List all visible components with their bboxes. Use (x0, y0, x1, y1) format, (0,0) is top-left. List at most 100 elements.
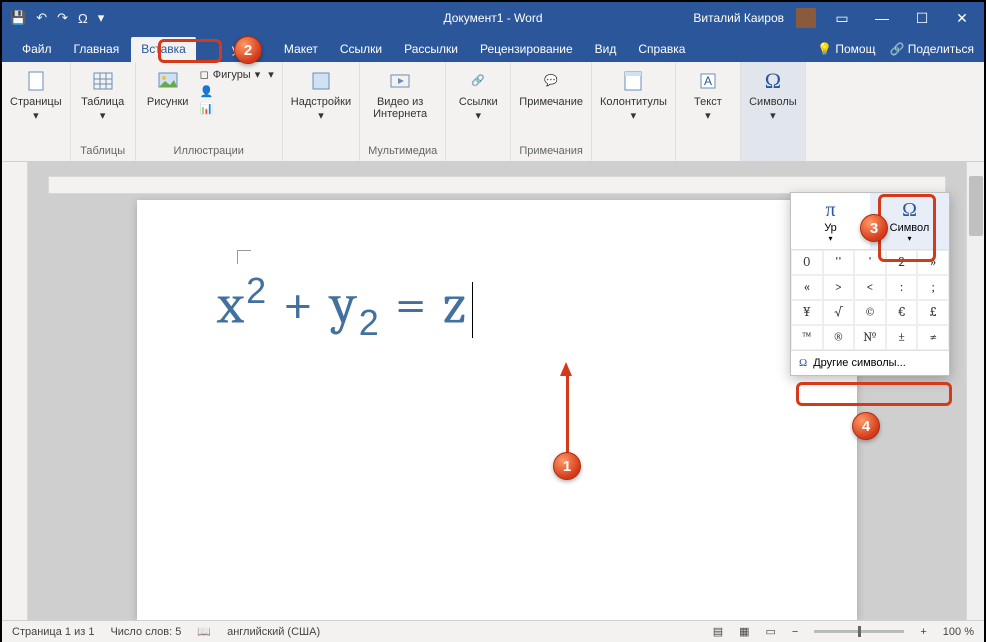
addins-button[interactable]: Надстройки▾ (291, 66, 351, 122)
symbol-cell[interactable]: » (917, 250, 949, 275)
symbol-cell[interactable]: > (823, 275, 855, 300)
pictures-button[interactable]: Рисунки (144, 66, 192, 108)
vertical-scrollbar[interactable] (966, 162, 984, 620)
table-button[interactable]: Таблица▾ (79, 66, 127, 122)
headers-button[interactable]: Колонтитулы▾ (600, 66, 667, 122)
web-layout-icon[interactable]: ▭ (766, 625, 776, 638)
document-page[interactable]: x2 + y2 = z (137, 200, 857, 620)
shapes-icon: ◻ (200, 68, 209, 81)
tab-mail[interactable]: Рассылки (394, 37, 468, 62)
scroll-thumb[interactable] (969, 176, 983, 236)
symbol-cell[interactable]: '' (823, 250, 855, 275)
tab-links[interactable]: Ссылки (330, 37, 392, 62)
redo-icon[interactable]: ↷ (57, 10, 68, 26)
group-illus-label: Иллюстрации (144, 143, 274, 159)
symbol-cell[interactable]: 0 (791, 250, 823, 275)
user-name[interactable]: Виталий Каиров (693, 11, 784, 25)
text-button[interactable]: A Текст▾ (684, 66, 732, 122)
tab-file[interactable]: Файл (12, 37, 62, 62)
undo-icon[interactable]: ↶ (36, 10, 47, 26)
zoom-in-button[interactable]: + (920, 626, 926, 638)
symbol-cell[interactable]: ± (886, 325, 918, 350)
symbol-grid: 0'''2»«><:;¥√©€£™®№±≠ (791, 250, 949, 350)
tab-insert[interactable]: Вставка (131, 37, 196, 62)
pages-button[interactable]: Страницы▾ (10, 66, 62, 122)
group-notes-label: Примечания (519, 143, 583, 159)
page-icon (22, 68, 50, 94)
annotation-badge: 1 (553, 452, 581, 480)
maximize-icon[interactable]: ☐ (908, 10, 936, 27)
save-icon[interactable]: 💾 (10, 10, 26, 26)
text-cursor (472, 282, 473, 338)
print-layout-icon[interactable]: ▦ (739, 625, 749, 638)
chart-button[interactable]: 📊 (200, 102, 261, 115)
addin-icon (307, 68, 335, 94)
avatar[interactable] (796, 8, 816, 28)
tab-help[interactable]: Справка (628, 37, 695, 62)
symbol-cell[interactable]: ≠ (917, 325, 949, 350)
tell-me[interactable]: 💡 Помощ (817, 42, 875, 56)
quick-access-toolbar: 💾 ↶ ↷ Ω ▾ (10, 10, 104, 26)
shapes-button[interactable]: ◻Фигуры ▾ (200, 68, 261, 81)
minimize-icon[interactable]: — (868, 10, 896, 26)
page-indicator[interactable]: Страница 1 из 1 (12, 626, 94, 638)
read-mode-icon[interactable]: ▤ (713, 625, 723, 638)
table-icon (89, 68, 117, 94)
group-tables-label: Таблицы (79, 143, 127, 159)
video-icon (386, 68, 414, 94)
comment-icon: 💬 (537, 68, 565, 94)
symbol-cell[interactable]: ¥ (791, 300, 823, 325)
tab-view[interactable]: Вид (585, 37, 627, 62)
equation-tab[interactable]: π Ур▾ (791, 193, 870, 249)
models-button[interactable]: ▾ (268, 68, 274, 81)
annotation-badge: 4 (852, 412, 880, 440)
symbol-cell[interactable]: ™ (791, 325, 823, 350)
symbol-cell[interactable]: : (886, 275, 918, 300)
header-icon (619, 68, 647, 94)
proofing-icon[interactable]: 📖 (197, 625, 211, 638)
share-button[interactable]: 🔗 Поделиться (889, 42, 974, 56)
zoom-slider[interactable] (814, 630, 904, 633)
ribbon-options-icon[interactable]: ▭ (828, 10, 856, 27)
language-indicator[interactable]: английский (США) (227, 626, 320, 638)
tab-home[interactable]: Главная (64, 37, 130, 62)
symbol-cell[interactable]: ® (823, 325, 855, 350)
picture-icon (154, 68, 182, 94)
symbol-cell[interactable]: ; (917, 275, 949, 300)
qat-drop-icon[interactable]: ▾ (98, 10, 105, 26)
tab-layout[interactable]: Макет (274, 37, 328, 62)
tab-review[interactable]: Рецензирование (470, 37, 583, 62)
symbol-cell[interactable]: € (886, 300, 918, 325)
symbol-cell[interactable]: 2 (886, 250, 918, 275)
equation-text[interactable]: x2 + y2 = z (217, 270, 777, 344)
group-media-label: Мультимедиа (368, 143, 437, 159)
more-symbols-button[interactable]: Ω Другие символы... (791, 350, 949, 375)
vertical-ruler[interactable] (2, 162, 28, 620)
links-button[interactable]: 🔗 Ссылки▾ (454, 66, 502, 122)
arrow-head-icon (560, 362, 572, 376)
symbol-cell[interactable]: £ (917, 300, 949, 325)
omega-icon: Ω (902, 199, 917, 222)
comment-button[interactable]: 💬 Примечание (519, 66, 583, 108)
addin-small-icon: 👤 (200, 85, 214, 98)
video-button[interactable]: Видео из Интернета (368, 66, 432, 120)
status-bar: Страница 1 из 1 Число слов: 5 📖 английск… (2, 620, 984, 642)
word-count[interactable]: Число слов: 5 (110, 626, 181, 638)
zoom-out-button[interactable]: − (792, 626, 798, 638)
symbol-cell[interactable]: © (854, 300, 886, 325)
symbol-cell[interactable]: « (791, 275, 823, 300)
symbol-cell[interactable]: < (854, 275, 886, 300)
zoom-level[interactable]: 100 % (943, 626, 974, 638)
icons-button[interactable]: 👤 (200, 85, 261, 98)
omega-icon: Ω (799, 357, 807, 369)
title-bar: 💾 ↶ ↷ Ω ▾ Документ1 - Word Виталий Каиро… (2, 2, 984, 34)
symbol-cell[interactable]: ' (854, 250, 886, 275)
svg-text:A: A (704, 74, 712, 88)
close-icon[interactable]: ✕ (948, 10, 976, 27)
omega-icon[interactable]: Ω (78, 11, 88, 26)
pi-icon: π (825, 199, 835, 222)
omega-icon: Ω (759, 68, 787, 94)
symbol-cell[interactable]: √ (823, 300, 855, 325)
symbol-cell[interactable]: № (854, 325, 886, 350)
symbols-button[interactable]: Ω Символы▾ (749, 66, 797, 122)
